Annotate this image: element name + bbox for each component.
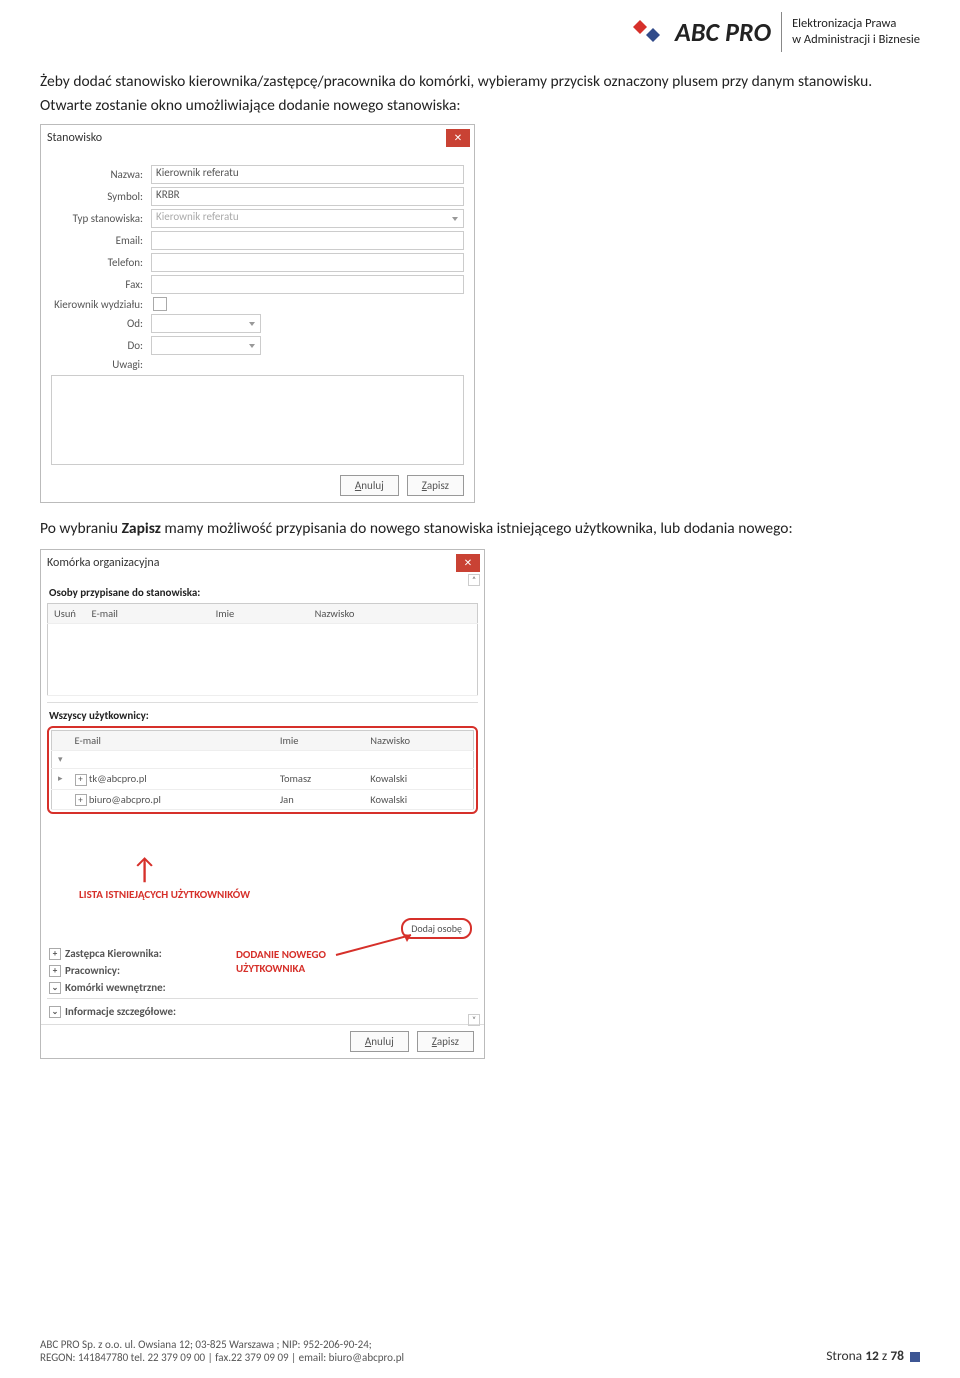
input-fax[interactable] [151, 275, 464, 294]
plus-icon[interactable]: + [75, 794, 87, 806]
label-do: Do: [41, 339, 151, 352]
komorka-dialog: Komórka organizacyjna ✕ Osoby przypisane… [40, 549, 485, 1059]
cell-email: biuro@abcpro.pl [89, 793, 161, 806]
label-fax: Fax: [41, 278, 151, 291]
close-icon[interactable]: ✕ [456, 554, 480, 572]
input-telefon[interactable] [151, 253, 464, 272]
footer-line2: REGON: 141847780 tel. 22 379 09 00 | fax… [40, 1351, 404, 1364]
assigned-table: Usuń E-mail Imie Nazwisko [47, 603, 478, 696]
th-imie: Imie [210, 604, 309, 624]
input-typ[interactable]: Kierownik referatu [151, 209, 464, 228]
row-zastepca: Zastępca Kierownika: [65, 947, 162, 960]
brand-tagline: Elektronizacja Prawa w Administracji i B… [792, 16, 920, 47]
row-pracownicy: Pracownicy: [65, 964, 120, 977]
scrollbar[interactable]: ˄ ˅ [468, 574, 482, 1028]
label-kierownik: Kierownik wydziału: [41, 298, 151, 311]
th-nazwisko: Nazwisko [309, 604, 478, 624]
input-email[interactable] [151, 231, 464, 250]
section-osoby: Osoby przypisane do stanowiska: [47, 580, 478, 603]
label-email: Email: [41, 234, 151, 247]
annotation-lista: LISTA ISTNIEJĄCYCH UŻYTKOWNIKÓW [79, 888, 250, 901]
row-komorki: Komórki wewnętrzne: [65, 981, 166, 994]
arrow-up-icon: ↑ [131, 855, 158, 885]
textarea-uwagi[interactable] [51, 375, 464, 465]
brand-tagline-2: w Administracji i Biznesie [792, 32, 920, 48]
input-symbol[interactable]: KRBR [151, 187, 464, 206]
label-telefon: Telefon: [41, 256, 151, 269]
input-od[interactable] [151, 314, 261, 333]
brand-separator [781, 12, 782, 52]
cell-nazwisko: Kowalski [364, 769, 473, 790]
all-users-table: E-mail Imie Nazwisko ▾ ▸ + tk@abcpro.pl … [51, 730, 474, 810]
input-nazwa[interactable]: Kierownik referatu [151, 165, 464, 184]
label-uwagi: Uwagi: [41, 358, 151, 371]
th-usun: Usuń [48, 604, 86, 624]
table-row[interactable]: ▸ + tk@abcpro.pl Tomasz Kowalski [52, 769, 474, 790]
zapisz-button[interactable]: Zapisz [417, 1031, 474, 1052]
para2-post: mamy możliwość przypisania do nowego sta… [161, 519, 793, 538]
cell-imie: Jan [274, 789, 364, 810]
footer-line1: ABC PRO Sp. z o.o. ul. Owsiana 12; 03-82… [40, 1338, 404, 1351]
close-icon[interactable]: ✕ [446, 129, 470, 147]
intro-paragraph-2: Po wybraniu Zapisz mamy możliwość przypi… [40, 517, 920, 541]
label-od: Od: [41, 317, 151, 330]
th-email: E-mail [86, 604, 210, 624]
anuluj-button[interactable]: Anuluj [340, 475, 399, 496]
th2-imie: Imie [274, 731, 364, 751]
table-row[interactable]: + biuro@abcpro.pl Jan Kowalski [52, 789, 474, 810]
th2-nazwisko: Nazwisko [364, 731, 473, 751]
th2-email: E-mail [69, 731, 274, 751]
label-symbol: Symbol: [41, 190, 151, 203]
plus-icon[interactable]: + [75, 774, 87, 786]
brand-logo-icon [629, 17, 665, 47]
plus-icon[interactable]: + [49, 948, 61, 960]
label-typ: Typ stanowiska: [41, 212, 151, 225]
chevron-down-icon[interactable]: ⌄ [49, 982, 61, 994]
row-informacje: Informacje szczegółowe: [65, 1005, 176, 1018]
section-wszyscy: Wszyscy użytkownicy: [47, 702, 478, 726]
cell-email: tk@abcpro.pl [89, 772, 147, 785]
plus-icon[interactable]: + [49, 965, 61, 977]
checkbox-kierownik[interactable] [153, 297, 167, 311]
page-number: Strona 12 z 78 [826, 1347, 920, 1364]
annotation-dodanie: DODANIE NOWEGOUŻYTKOWNIKA [236, 948, 326, 977]
brand-name: ABC PRO [675, 16, 771, 48]
para2-pre: Po wybraniu [40, 519, 122, 538]
footer-marker-icon [910, 1352, 920, 1362]
input-do[interactable] [151, 336, 261, 355]
para2-bold: Zapisz [122, 519, 161, 538]
label-nazwa: Nazwa: [41, 168, 151, 181]
anuluj-button[interactable]: Anuluj [350, 1031, 409, 1052]
red-highlight-box: E-mail Imie Nazwisko ▾ ▸ + tk@abcpro.pl … [47, 726, 478, 814]
chevron-down-icon[interactable]: ⌄ [49, 1006, 61, 1018]
cell-imie: Tomasz [274, 769, 364, 790]
intro-paragraph-1: Żeby dodać stanowisko kierownika/zastępc… [40, 70, 920, 118]
page-footer: ABC PRO Sp. z o.o. ul. Owsiana 12; 03-82… [40, 1338, 920, 1364]
stanowisko-dialog-title: Stanowisko [47, 131, 102, 145]
cell-nazwisko: Kowalski [364, 789, 473, 810]
brand-tagline-1: Elektronizacja Prawa [792, 16, 920, 32]
stanowisko-dialog: Stanowisko ✕ Nazwa: Kierownik referatu S… [40, 124, 475, 503]
zapisz-button[interactable]: Zapisz [407, 475, 464, 496]
arrow-diag-icon [331, 930, 431, 960]
brand-header: ABC PRO Elektronizacja Prawa w Administr… [40, 12, 920, 52]
komorka-dialog-title: Komórka organizacyjna [47, 556, 159, 570]
